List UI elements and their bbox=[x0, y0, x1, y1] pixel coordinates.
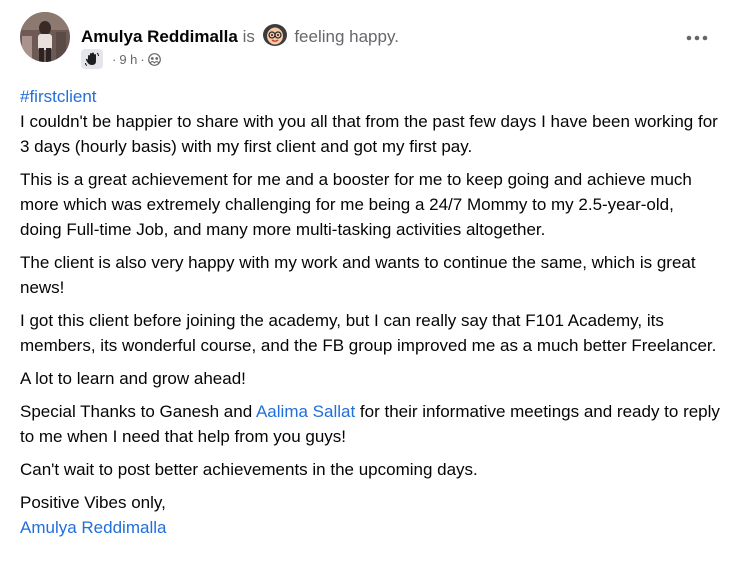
post-meta: · 9 h · bbox=[81, 48, 161, 70]
paragraph-3: The client is also very happy with my wo… bbox=[20, 253, 696, 297]
author-avatar[interactable] bbox=[20, 12, 70, 62]
paragraph-1: I couldn't be happier to share with you … bbox=[20, 112, 718, 156]
is-text: is bbox=[242, 27, 255, 46]
profile-avatar-icon bbox=[20, 12, 70, 62]
post-time[interactable]: 9 h bbox=[119, 52, 137, 67]
more-options-button[interactable] bbox=[679, 20, 715, 56]
hashtag-link[interactable]: #firstclient bbox=[20, 87, 97, 106]
facebook-post: Amulya Reddimalla is feeling happy. · 9 … bbox=[0, 0, 735, 577]
group-members-icon[interactable] bbox=[147, 52, 161, 66]
paragraph-2: This is a great achievement for me and a… bbox=[20, 170, 692, 239]
waving-hand-icon[interactable] bbox=[81, 49, 103, 69]
feeling-text: feeling happy. bbox=[294, 27, 399, 46]
signoff-text: Positive Vibes only, bbox=[20, 493, 166, 512]
paragraph-7: Can't wait to post better achievements i… bbox=[20, 460, 478, 479]
paragraph-6-text: Special Thanks to Ganesh and bbox=[20, 402, 256, 421]
paragraph-5: A lot to learn and grow ahead! bbox=[20, 369, 246, 388]
post-body: #firstclient I couldn't be happier to sh… bbox=[20, 84, 720, 540]
happy-face-emoji-icon bbox=[262, 21, 288, 53]
paragraph-4: I got this client before joining the aca… bbox=[20, 311, 717, 355]
mention-link[interactable]: Aalima Sallat bbox=[256, 402, 355, 421]
separator-dot: · bbox=[112, 51, 117, 67]
separator-dot: · bbox=[140, 51, 145, 67]
three-dots-icon bbox=[686, 35, 708, 41]
paragraph-6: Special Thanks to Ganesh and Aalima Sall… bbox=[20, 399, 720, 449]
post-header: Amulya Reddimalla is feeling happy. · 9 … bbox=[20, 12, 715, 72]
signature-mention-link[interactable]: Amulya Reddimalla bbox=[20, 518, 166, 537]
author-name[interactable]: Amulya Reddimalla bbox=[81, 27, 238, 46]
signoff: Positive Vibes only, Amulya Reddimalla bbox=[20, 490, 720, 540]
